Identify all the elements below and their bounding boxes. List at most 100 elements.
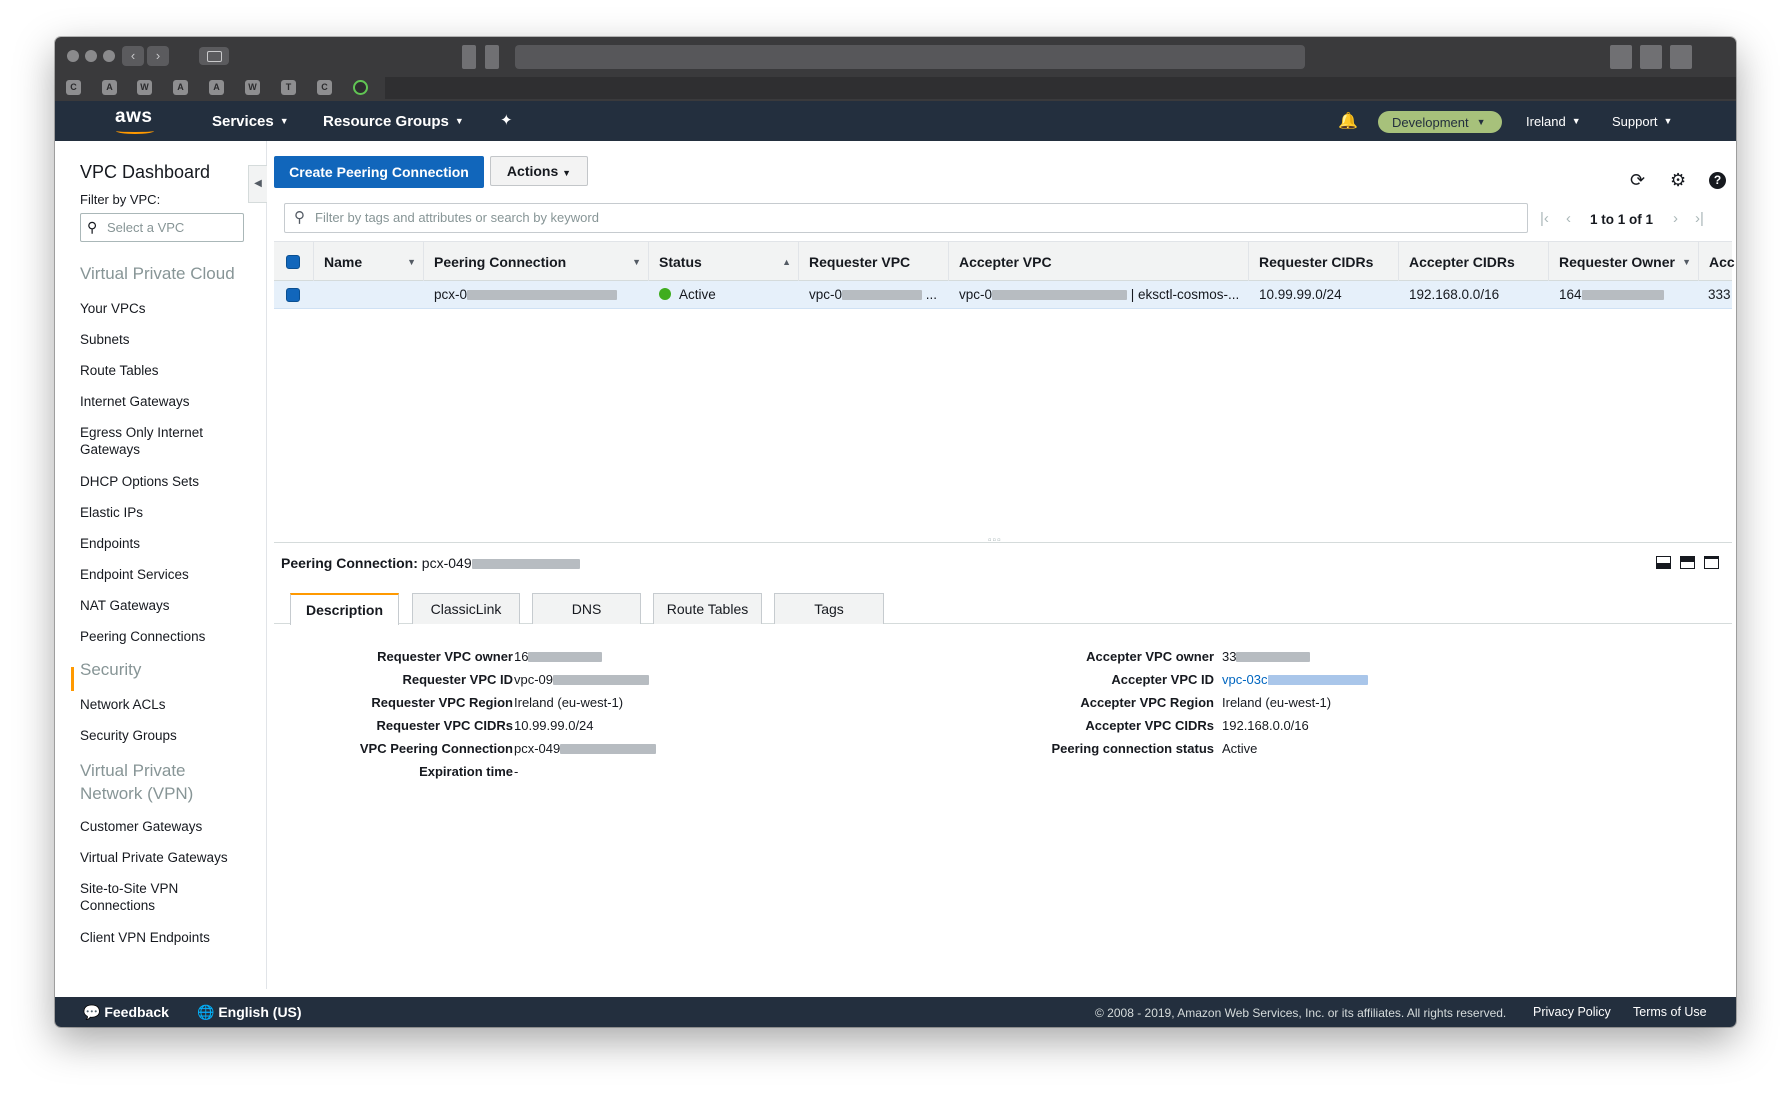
language-selector[interactable]: 🌐 English (US) bbox=[197, 1004, 302, 1021]
help-icon[interactable]: ? bbox=[1709, 172, 1726, 189]
close-window-button[interactable] bbox=[67, 50, 79, 62]
nav-item-network-acls[interactable]: Network ACLs bbox=[80, 696, 255, 713]
resource-groups-label: Resource Groups bbox=[323, 113, 449, 130]
column-header-requester-cidrs[interactable]: Requester CIDRs bbox=[1249, 242, 1399, 282]
back-button[interactable]: ‹ bbox=[122, 46, 144, 66]
bookmark-favicon[interactable] bbox=[353, 80, 368, 95]
nav-item-route-tables[interactable]: Route Tables bbox=[80, 362, 255, 379]
bookmark-favicon[interactable]: W bbox=[245, 80, 260, 95]
previous-page-icon[interactable]: ‹ bbox=[1566, 210, 1571, 227]
layout-split-pane-icon[interactable] bbox=[1680, 556, 1695, 569]
chevron-down-icon: ▼ bbox=[562, 168, 572, 178]
accepter-vpc-cidrs-label: Accepter VPC CIDRs bbox=[1085, 718, 1214, 733]
nav-item-subnets[interactable]: Subnets bbox=[80, 331, 255, 348]
pin-icon[interactable]: ✦ bbox=[500, 111, 513, 129]
nav-item-client-vpn-endpoints[interactable]: Client VPN Endpoints bbox=[80, 929, 255, 946]
nav-item-egress-only-internet-gateways[interactable]: Egress Only Internet Gateways bbox=[80, 424, 230, 458]
table-row[interactable]: pcx-0 Active vpc-0 ... vpc-0 | eksctl-co… bbox=[274, 281, 1732, 309]
requester-vpc-region-label: Requester VPC Region bbox=[371, 695, 513, 710]
tab-description[interactable]: Description bbox=[290, 593, 399, 625]
accepter-vpc-id-link[interactable]: vpc-03c bbox=[1222, 672, 1368, 687]
tab-dns[interactable]: DNS bbox=[532, 593, 641, 624]
column-header-peering-connection[interactable]: Peering Connection ▼ bbox=[424, 242, 649, 282]
peering-connection-status-value: Active bbox=[1222, 741, 1258, 756]
bookmark-favicon[interactable]: T bbox=[281, 80, 296, 95]
zoom-window-button[interactable] bbox=[103, 50, 115, 62]
column-header-status[interactable]: Status ▲ bbox=[649, 242, 799, 282]
cell-peering-connection: pcx-0 bbox=[434, 281, 644, 309]
vpc-dashboard-link[interactable]: VPC Dashboard bbox=[80, 162, 210, 183]
splitter-grip[interactable]: ▫▫▫ bbox=[988, 535, 1002, 546]
aws-logo[interactable]: aws bbox=[115, 106, 152, 128]
nav-item-elastic-ips[interactable]: Elastic IPs bbox=[80, 504, 255, 521]
tab-route-tables[interactable]: Route Tables bbox=[653, 593, 762, 624]
refresh-icon[interactable]: ⟳ bbox=[1630, 170, 1645, 191]
last-page-icon[interactable]: ›| bbox=[1695, 210, 1704, 227]
detail-pane-title: Peering Connection: pcx-049 bbox=[281, 555, 580, 571]
next-page-icon[interactable]: › bbox=[1673, 210, 1678, 227]
select-all-checkbox[interactable] bbox=[286, 255, 300, 269]
bookmark-favicon[interactable]: W bbox=[137, 80, 152, 95]
sidebar-toggle-button[interactable] bbox=[199, 47, 229, 65]
nav-item-internet-gateways[interactable]: Internet Gateways bbox=[80, 393, 255, 410]
screen: ‹ › C A W A A W T C aws Services ▼ Resour… bbox=[0, 0, 1792, 1101]
redacted-text bbox=[528, 652, 603, 662]
bookmark-favicon[interactable]: C bbox=[317, 80, 332, 95]
column-header-accepter-cidrs[interactable]: Accepter CIDRs bbox=[1399, 242, 1549, 282]
column-header-name[interactable]: Name ▼ bbox=[314, 242, 424, 282]
nav-item-site-to-site-vpn-connections[interactable]: Site-to-Site VPN Connections bbox=[80, 880, 210, 914]
nav-item-endpoints[interactable]: Endpoints bbox=[80, 535, 255, 552]
nav-item-your-vpcs[interactable]: Your VPCs bbox=[80, 300, 255, 317]
column-acc-label: Acc bbox=[1709, 254, 1735, 270]
actions-button[interactable]: Actions ▼ bbox=[490, 156, 588, 186]
pane-splitter[interactable] bbox=[274, 542, 1732, 543]
search-input[interactable]: ⚲ Filter by tags and attributes or search… bbox=[284, 203, 1528, 233]
nav-item-customer-gateways[interactable]: Customer Gateways bbox=[80, 818, 255, 835]
accepter-vpc-owner-value: 33 bbox=[1222, 649, 1311, 664]
column-header-accepter-vpc[interactable]: Accepter VPC bbox=[949, 242, 1249, 282]
nav-item-nat-gateways[interactable]: NAT Gateways bbox=[80, 597, 255, 614]
services-menu[interactable]: Services ▼ bbox=[212, 113, 289, 130]
gear-icon[interactable]: ⚙ bbox=[1670, 170, 1686, 191]
minimize-window-button[interactable] bbox=[85, 50, 97, 62]
nav-item-peering-connections[interactable]: Peering Connections bbox=[80, 628, 255, 645]
privacy-policy-link[interactable]: Privacy Policy bbox=[1533, 1005, 1611, 1019]
create-peering-connection-button[interactable]: Create Peering Connection bbox=[274, 156, 484, 188]
account-menu[interactable]: Development ▼ bbox=[1378, 111, 1502, 133]
column-header-requester-owner[interactable]: Requester Owner ▼ bbox=[1549, 242, 1699, 282]
nav-item-virtual-private-gateways[interactable]: Virtual Private Gateways bbox=[80, 849, 255, 866]
terms-of-use-link[interactable]: Terms of Use bbox=[1633, 1005, 1707, 1019]
collapse-nav-button[interactable]: ◀ bbox=[248, 165, 267, 203]
tab-strip[interactable] bbox=[385, 77, 1736, 99]
bell-icon[interactable]: 🔔 bbox=[1338, 111, 1358, 131]
requester-vpc-text: vpc-0 bbox=[809, 287, 843, 302]
bookmark-favicon[interactable]: A bbox=[102, 80, 117, 95]
bookmark-favicon[interactable]: A bbox=[209, 80, 224, 95]
bookmark-favicon[interactable]: A bbox=[173, 80, 188, 95]
detail-title-label: Peering Connection: bbox=[281, 555, 418, 571]
first-page-icon[interactable]: |‹ bbox=[1540, 210, 1549, 227]
row-checkbox[interactable] bbox=[286, 288, 300, 302]
layout-bottom-pane-icon[interactable] bbox=[1656, 556, 1671, 569]
column-header-requester-vpc[interactable]: Requester VPC bbox=[799, 242, 949, 282]
resource-groups-menu[interactable]: Resource Groups ▼ bbox=[323, 113, 464, 130]
vpc-peering-connection-value: pcx-049 bbox=[514, 741, 657, 756]
requester-vpc-cidrs-label: Requester VPC CIDRs bbox=[376, 718, 513, 733]
cell-requester-cidrs: 10.99.99.0/24 bbox=[1259, 287, 1342, 302]
forward-button[interactable]: › bbox=[147, 46, 169, 66]
column-header-accepter-owner[interactable]: Acc bbox=[1699, 242, 1735, 282]
aws-console-header: aws Services ▼ Resource Groups ▼ ✦ 🔔 Devel… bbox=[55, 101, 1736, 141]
nav-item-security-groups[interactable]: Security Groups bbox=[80, 727, 255, 744]
nav-item-dhcp-options-sets[interactable]: DHCP Options Sets bbox=[80, 473, 255, 490]
region-menu[interactable]: Ireland ▼ bbox=[1526, 114, 1581, 129]
column-requester-vpc-label: Requester VPC bbox=[809, 254, 911, 270]
tab-classiclink[interactable]: ClassicLink bbox=[412, 593, 520, 624]
nav-item-endpoint-services[interactable]: Endpoint Services bbox=[80, 566, 255, 583]
bookmark-favicon[interactable]: C bbox=[66, 80, 81, 95]
tab-tags[interactable]: Tags bbox=[774, 593, 884, 624]
support-menu[interactable]: Support ▼ bbox=[1612, 114, 1672, 129]
vpc-filter-select[interactable]: ⚲ Select a VPC bbox=[80, 213, 244, 242]
layout-full-pane-icon[interactable] bbox=[1704, 556, 1719, 569]
address-bar[interactable] bbox=[515, 45, 1305, 69]
feedback-button[interactable]: 💬 Feedback bbox=[83, 1004, 169, 1021]
